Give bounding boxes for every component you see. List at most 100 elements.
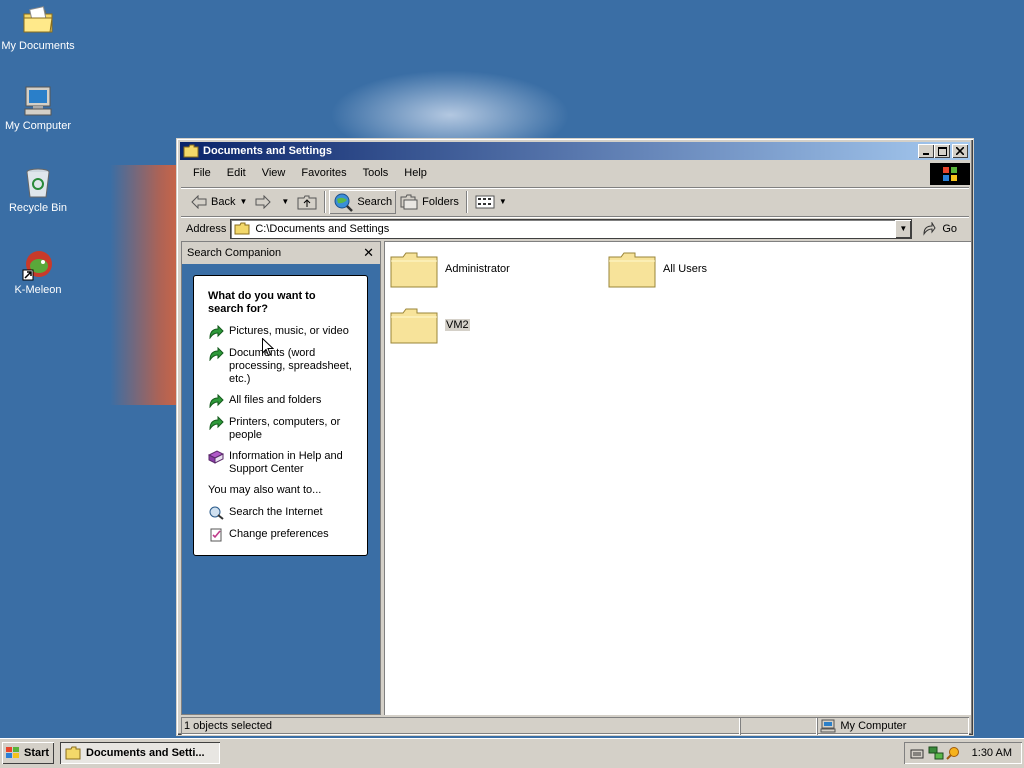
folder-icon (65, 746, 81, 760)
keyboard-icon[interactable] (910, 746, 924, 760)
search-option-documents[interactable]: Documents (word processing, spreadsheet,… (208, 347, 357, 386)
standard-toolbar: Back ▼ ▼ Search Folders ▼ (181, 187, 969, 215)
green-arrow-icon (209, 416, 224, 430)
search-option-pictures[interactable]: Pictures, music, or video (208, 325, 357, 339)
forward-arrow-icon (255, 194, 272, 209)
menu-edit[interactable]: Edit (219, 167, 254, 179)
menu-file[interactable]: File (185, 167, 219, 179)
desktop-icon-k-meleon[interactable]: K-Meleon (0, 248, 76, 297)
back-dropdown-icon[interactable]: ▼ (239, 197, 247, 206)
folders-button[interactable]: Folders (396, 190, 463, 214)
desktop-icon-label: My Computer (4, 120, 72, 132)
desktop-icon-my-computer[interactable]: My Computer (0, 84, 76, 133)
menu-favorites[interactable]: Favorites (293, 167, 354, 179)
folder-name: VM2 (445, 319, 470, 331)
close-icon (956, 147, 964, 155)
search-companion-header: Search Companion ✕ (182, 242, 380, 264)
maximize-button[interactable] (934, 144, 950, 158)
menu-tools[interactable]: Tools (355, 167, 397, 179)
start-label: Start (24, 747, 50, 759)
close-button[interactable] (952, 144, 968, 158)
back-label: Back (211, 195, 236, 208)
folder-name: All Users (663, 263, 708, 275)
file-list-view[interactable]: Administrator All Users VM2 (384, 241, 971, 715)
window-title: Documents and Settings (203, 145, 332, 157)
maximize-icon (937, 146, 947, 156)
go-label: Go (942, 222, 958, 235)
go-arrow-icon (923, 221, 936, 236)
change-preferences-option[interactable]: Change preferences (208, 528, 357, 542)
go-button[interactable]: Go (922, 221, 958, 236)
desktop-icon-label: Recycle Bin (8, 202, 68, 214)
search-option-label: Documents (word processing, spreadsheet,… (229, 347, 352, 385)
address-input[interactable]: C:\Documents and Settings ▼ (230, 218, 913, 239)
search-option-all-files[interactable]: All files and folders (208, 394, 357, 408)
search-internet-icon (209, 506, 224, 520)
clock: 1:30 AM (971, 747, 1012, 759)
forward-button[interactable]: ▼ (251, 190, 293, 214)
menu-view[interactable]: View (254, 167, 294, 179)
close-pane-icon[interactable]: ✕ (363, 245, 374, 261)
forward-dropdown-icon[interactable]: ▼ (281, 197, 289, 206)
wallpaper-shape (110, 165, 180, 405)
search-option-help[interactable]: Information in Help and Support Center (208, 450, 357, 476)
search-options-card: What do you want to search for? Pictures… (193, 275, 368, 556)
up-folder-icon (297, 195, 317, 209)
views-button[interactable]: ▼ (471, 190, 511, 214)
taskbar-window-button[interactable]: Documents and Setti... (60, 742, 220, 764)
search-globe-icon (334, 193, 354, 212)
desktop-icon-recycle-bin[interactable]: Recycle Bin (0, 166, 76, 215)
search-option-label: Pictures, music, or video (229, 325, 349, 337)
also-want-label: You may also want to... (208, 484, 322, 496)
search-tray-icon[interactable] (946, 746, 960, 760)
back-button[interactable]: Back ▼ (187, 190, 251, 214)
views-icon (475, 195, 495, 208)
folder-icon (183, 144, 199, 158)
search-companion-pane: Search Companion ✕ What do you want to s… (181, 241, 381, 715)
folder-item-administrator[interactable]: Administrator (389, 249, 510, 289)
folder-item-all-users[interactable]: All Users (607, 249, 707, 289)
green-arrow-icon (209, 347, 224, 361)
views-dropdown-icon[interactable]: ▼ (499, 197, 507, 206)
folder-icon (390, 308, 438, 344)
preferences-checklist-icon (210, 528, 222, 542)
menu-help[interactable]: Help (396, 167, 435, 179)
menu-bar: File Edit View Favorites Tools Help (181, 162, 969, 184)
folder-item-vm2[interactable]: VM2 (389, 305, 470, 345)
windows-logo-icon (6, 747, 19, 758)
up-folder-button[interactable] (293, 190, 321, 214)
status-empty-panel (740, 717, 818, 735)
taskbar-window-label: Documents and Setti... (86, 747, 205, 759)
folder-icon (608, 252, 656, 288)
search-label: Search (357, 195, 393, 208)
search-option-label: Change preferences (229, 528, 329, 540)
search-option-label: Search the Internet (229, 506, 323, 518)
explorer-window: Documents and Settings File Edit View Fa… (176, 138, 974, 736)
desktop-icon-my-documents[interactable]: My Documents (0, 4, 76, 53)
search-question: What do you want to search for? (208, 290, 316, 315)
address-label: Address (186, 222, 227, 235)
search-companion-title: Search Companion (187, 247, 282, 259)
desktop-icon-label: My Documents (1, 40, 75, 52)
taskbar: Start Documents and Setti... 1:30 AM (0, 738, 1024, 768)
status-bar: 1 objects selected My Computer (181, 717, 969, 735)
folder-icon (390, 252, 438, 288)
search-button[interactable]: Search (329, 190, 396, 214)
search-option-printers[interactable]: Printers, computers, or people (208, 416, 357, 442)
green-arrow-icon (209, 325, 224, 339)
start-button[interactable]: Start (2, 742, 54, 764)
minimize-icon (923, 153, 929, 155)
desktop-icon-label: K-Meleon (14, 284, 62, 296)
folder-name: Administrator (445, 263, 510, 275)
address-value: C:\Documents and Settings (255, 222, 390, 235)
green-arrow-icon (209, 394, 224, 408)
network-icon[interactable] (928, 745, 944, 761)
window-titlebar[interactable]: Documents and Settings (180, 142, 970, 160)
minimize-button[interactable] (918, 144, 934, 158)
status-location-label: My Computer (840, 720, 907, 732)
address-dropdown-button[interactable]: ▼ (895, 219, 912, 238)
search-option-label: All files and folders (229, 394, 322, 406)
search-internet-option[interactable]: Search the Internet (208, 506, 357, 520)
recycle-bin-icon (21, 166, 55, 200)
folder-icon (234, 222, 250, 235)
